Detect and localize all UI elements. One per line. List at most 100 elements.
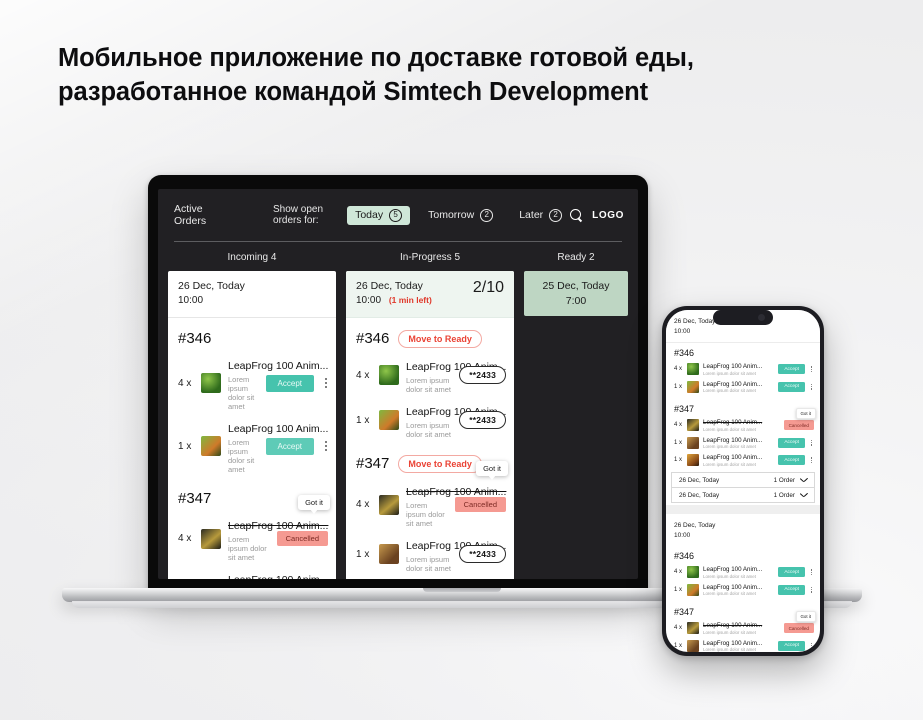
chevron-down-icon[interactable]	[800, 493, 807, 497]
order-item-row: 1 x LeapFrog 100 Anim... Lorem ipsum dol…	[168, 566, 336, 579]
accept-button[interactable]: Accept	[778, 381, 805, 392]
order-item-row: 1 x LeapFrog 100 Anim... Lorem ipsum dol…	[666, 378, 820, 396]
order-item-row: Got it 4 x LeapFrog 100 Anim... Lorem ip…	[666, 407, 820, 435]
phone-screen: 26 Dec, Today 10:00 #346 4 x LeapFrog 10…	[666, 310, 820, 652]
more-options-icon[interactable]	[809, 383, 814, 390]
item-text: LeapFrog 100 Anim... Lorem ipsum dolor s…	[406, 402, 506, 439]
order-item-row: 1 x LeapFrog 100 Anim... Lorem ipsum dol…	[666, 434, 820, 452]
phone-date: 26 Dec, Today	[674, 522, 716, 529]
more-options-icon[interactable]	[809, 457, 814, 464]
got-it-tooltip[interactable]: Got it	[795, 407, 816, 419]
item-thumbnail	[379, 365, 399, 386]
item-subtitle: Lorem ipsum dolor sit amet	[406, 500, 445, 528]
phone-time: 10:00	[674, 327, 691, 335]
accept-button[interactable]: Accept	[778, 640, 805, 651]
item-qty: 1 x	[674, 586, 683, 593]
order-item-row: 1 x LeapFrog 100 Anim... Lorem ipsum dol…	[168, 415, 336, 478]
search-icon[interactable]	[570, 208, 583, 222]
card-number-badge[interactable]: **2433	[459, 366, 506, 385]
order-number: #346	[674, 550, 695, 561]
column-incoming: Incoming 4 26 Dec, Today 10:00 #346 4 x	[168, 252, 336, 579]
item-thumbnail	[687, 639, 699, 652]
more-options-icon[interactable]	[809, 439, 814, 446]
more-options-icon[interactable]	[809, 642, 814, 649]
filter-tab-later-count: 2	[549, 208, 563, 222]
item-name: LeapFrog 100 Anim...	[703, 566, 763, 573]
laptop-screen: Active Orders Show open orders for: Toda…	[158, 189, 638, 579]
page-title: Мобильное приложение по доставке готовой…	[58, 42, 858, 109]
accept-button[interactable]: Accept	[778, 584, 805, 595]
item-subtitle: Lorem ipsum dolor sit amet	[228, 534, 267, 562]
brand-logo: LOGO	[592, 209, 624, 221]
item-thumbnail	[687, 454, 699, 467]
move-to-ready-button[interactable]: Move to Ready	[398, 329, 482, 348]
got-it-tooltip[interactable]: Got it	[476, 460, 508, 480]
column-ready-header: Ready 2	[557, 252, 595, 263]
more-options-icon[interactable]	[809, 366, 814, 373]
item-qty: 4 x	[356, 499, 370, 511]
accept-button[interactable]: Accept	[778, 455, 805, 466]
got-it-tooltip[interactable]: Got it	[298, 494, 330, 514]
order-item-row: 4 x LeapFrog 100 Anim... Lorem ipsum dol…	[346, 353, 514, 398]
incoming-card-header: 26 Dec, Today 10:00	[168, 271, 336, 318]
ready-datetime: 25 Dec, Today 7:00	[530, 279, 622, 308]
filter-label: Show open orders for:	[273, 204, 324, 226]
phone-mockup: 26 Dec, Today 10:00 #346 4 x LeapFrog 10…	[662, 306, 824, 656]
filter-tab-tomorrow-label: Tomorrow	[428, 209, 475, 221]
move-to-ready-button[interactable]: Move to Ready	[398, 454, 482, 473]
accept-button[interactable]: Accept	[265, 374, 314, 392]
more-options-icon[interactable]	[321, 441, 328, 452]
item-subtitle: Lorem ipsum dolor sit amet	[703, 370, 756, 376]
chevron-down-icon[interactable]	[800, 478, 807, 482]
item-subtitle: Lorem ipsum dolor sit amet	[703, 444, 756, 449]
filter-tab-today[interactable]: Today 5	[347, 205, 411, 225]
order-number: #347	[356, 455, 390, 473]
collapsed-order-row[interactable]: 26 Dec, Today 1 Order	[671, 472, 815, 487]
item-text: LeapFrog 100 Anim... Lorem ipsum dolor s…	[406, 482, 506, 528]
order-header: #346 Move to Ready	[346, 326, 514, 353]
collapsed-order-row[interactable]: 26 Dec, Today 1 Order	[671, 487, 815, 503]
order-number: #346	[178, 329, 212, 347]
collapsed-order-date: 26 Dec, Today	[679, 491, 720, 499]
more-options-icon[interactable]	[809, 586, 814, 593]
accept-button[interactable]: Accept	[778, 437, 805, 448]
filter-tab-later[interactable]: Later 2	[511, 206, 570, 225]
collapsed-order-count: 1 Order	[773, 476, 795, 484]
order-item-row: 1 x LeapFrog 100 Anim... Lorem ipsum dol…	[666, 581, 820, 599]
filter-tab-tomorrow-count: 2	[480, 208, 494, 222]
accept-button[interactable]: Accept	[778, 567, 805, 578]
ready-card[interactable]: 25 Dec, Today 7:00	[524, 271, 628, 317]
filter-tab-later-label: Later	[519, 209, 544, 221]
item-qty: 1 x	[674, 642, 683, 649]
item-thumbnail	[687, 380, 699, 393]
order-item-row: 1 x LeapFrog 100 Anim... Lorem ipsum dol…	[666, 637, 820, 652]
item-name: LeapFrog 100 Anim...	[703, 622, 763, 629]
item-thumbnail	[201, 528, 221, 549]
item-subtitle: Lorem ipsum dolor sit amet	[703, 591, 756, 596]
order-number: #346	[356, 330, 390, 348]
order-item-row: 4 x LeapFrog 100 Anim... Lorem ipsum dol…	[666, 564, 820, 582]
inprogress-card: 26 Dec, Today 10:00 (1 min left) 2/10 #3…	[346, 271, 514, 579]
accept-button[interactable]: Accept	[265, 437, 314, 455]
phone-section-2: 26 Dec, Today 10:00 #346 4 x LeapFrog 10…	[666, 514, 820, 652]
item-qty: 1 x	[674, 457, 683, 464]
card-number-badge[interactable]: **2433	[459, 545, 506, 564]
item-subtitle: Lorem ipsum dolor sit amet	[406, 554, 452, 573]
more-options-icon[interactable]	[321, 378, 328, 389]
item-qty: 4 x	[674, 625, 683, 632]
item-text: LeapFrog 100 Anim... Lorem ipsum dolor s…	[703, 640, 774, 653]
item-name: LeapFrog 100 Anim...	[228, 519, 329, 532]
card-number-badge[interactable]: **2433	[459, 411, 506, 430]
item-text: LeapFrog 100 Anim... Lorem ipsum dolor s…	[703, 419, 780, 432]
column-incoming-header: Incoming 4	[227, 252, 277, 263]
item-thumbnail	[201, 373, 221, 394]
item-name: LeapFrog 100 Anim...	[228, 359, 329, 372]
phone-card-header: 26 Dec, Today 10:00	[666, 514, 820, 546]
item-name: LeapFrog 100 Anim...	[703, 363, 763, 370]
accept-button[interactable]: Accept	[778, 364, 805, 375]
countdown-timer: (1 min left)	[388, 295, 432, 306]
got-it-tooltip[interactable]: Got it	[795, 610, 816, 622]
more-options-icon[interactable]	[809, 569, 814, 576]
laptop-lid: Active Orders Show open orders for: Toda…	[148, 175, 648, 595]
filter-tab-tomorrow[interactable]: Tomorrow 2	[420, 206, 501, 225]
